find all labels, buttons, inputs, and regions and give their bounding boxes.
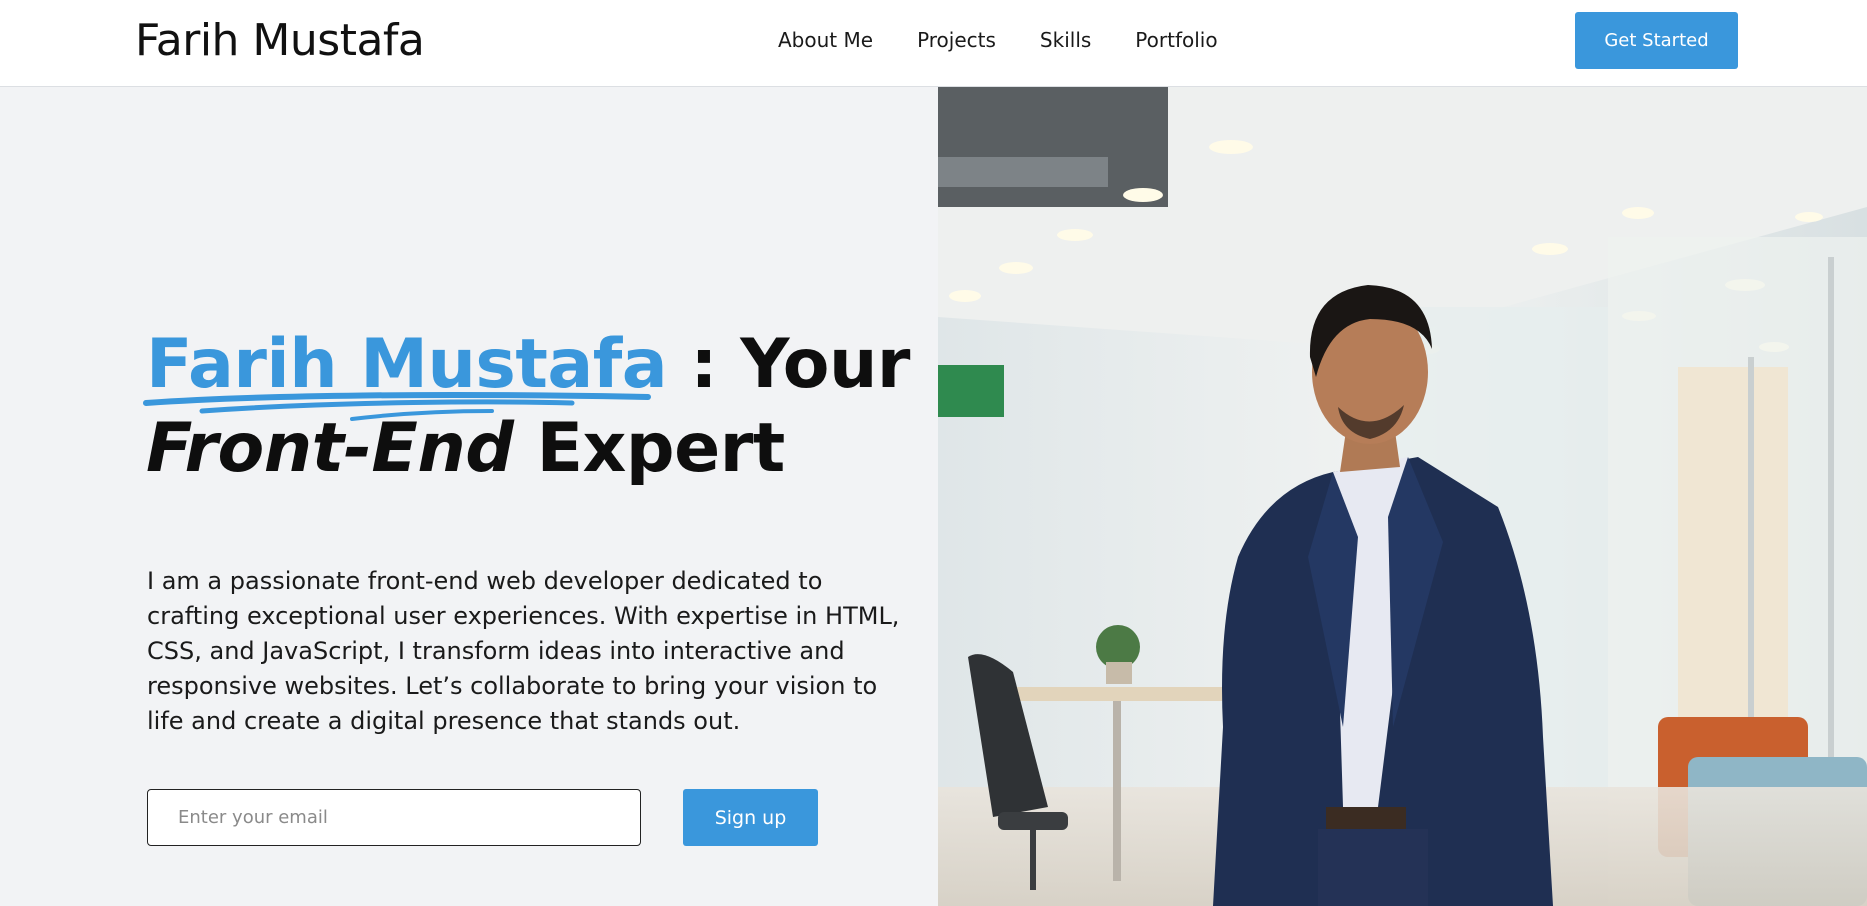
hero-description: I am a passionate front-end web develope…: [147, 567, 900, 735]
email-input[interactable]: [147, 789, 641, 846]
brush-underline: [143, 392, 651, 421]
nav-link-about-me[interactable]: About Me: [778, 26, 873, 54]
get-started-button[interactable]: Get Started: [1575, 12, 1738, 69]
nav-link-projects[interactable]: Projects: [917, 26, 996, 54]
sign-up-button[interactable]: Sign up: [683, 789, 818, 846]
hero-headline: Farih Mustafa : Your Front-End Expert: [143, 323, 926, 491]
nav-link-skills[interactable]: Skills: [1040, 26, 1091, 54]
hero-section: [0, 87, 938, 906]
hero-photo: [938, 87, 1867, 906]
main-nav: About Me Projects Skills Portfolio: [778, 26, 1218, 54]
nav-link-portfolio[interactable]: Portfolio: [1135, 26, 1217, 54]
site-logo[interactable]: Farih Mustafa: [135, 14, 425, 68]
site-header: Farih Mustafa About Me Projects Skills P…: [0, 0, 1867, 87]
office-portrait-image: [938, 87, 1867, 906]
headline-name: Farih Mustafa: [143, 323, 668, 421]
